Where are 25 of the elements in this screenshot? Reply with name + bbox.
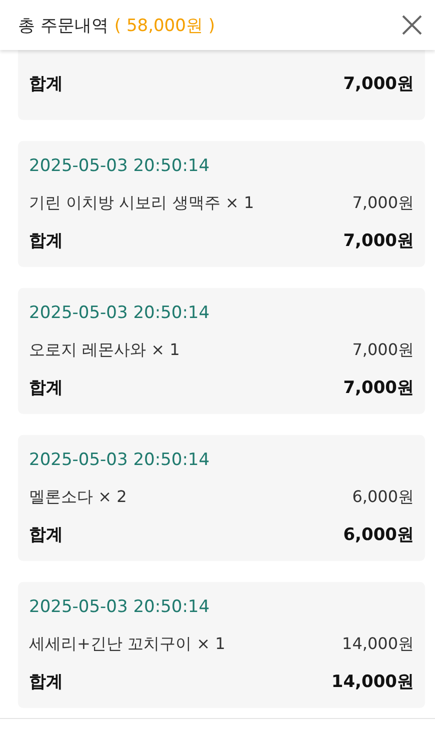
- item-price: 7,000원: [352, 340, 414, 360]
- total-label: 합계: [29, 230, 63, 252]
- item-price: 14,000원: [342, 634, 414, 654]
- total-label: 합계: [29, 671, 63, 693]
- order-time: 2025-05-03 20:50:14: [29, 449, 211, 471]
- total-amount: ( 58,000원 ): [114, 16, 215, 36]
- total-price: 7,000원: [343, 230, 414, 252]
- item-name: 멜론소다 × 2: [29, 486, 127, 508]
- order-time: 2025-05-03 20:50:14: [29, 596, 211, 618]
- total-price: 6,000원: [343, 524, 414, 546]
- total-label: 합계: [29, 377, 63, 399]
- item-name: 기린 이치방 시보리 생맥주 × 1: [29, 192, 254, 214]
- item-name: 세세리+긴난 꼬치구이 × 1: [29, 634, 226, 654]
- total-price: 14,000원: [331, 671, 414, 693]
- order-time: 2025-05-03 20:50:14: [29, 155, 211, 177]
- total-label: 합계: [29, 73, 63, 95]
- header-title: 총 주문내역: [18, 16, 108, 36]
- item-price: 7,000원: [352, 192, 414, 214]
- total-price: 7,000원: [343, 73, 414, 95]
- close-icon: [401, 14, 423, 36]
- total-price: 7,000원: [343, 377, 414, 399]
- item-name: 오로지 레몬사와 × 1: [29, 340, 180, 360]
- order-time: 2025-05-03 20:50:14: [29, 302, 211, 324]
- total-label: 합계: [29, 524, 63, 546]
- item-price: 6,000원: [352, 486, 414, 508]
